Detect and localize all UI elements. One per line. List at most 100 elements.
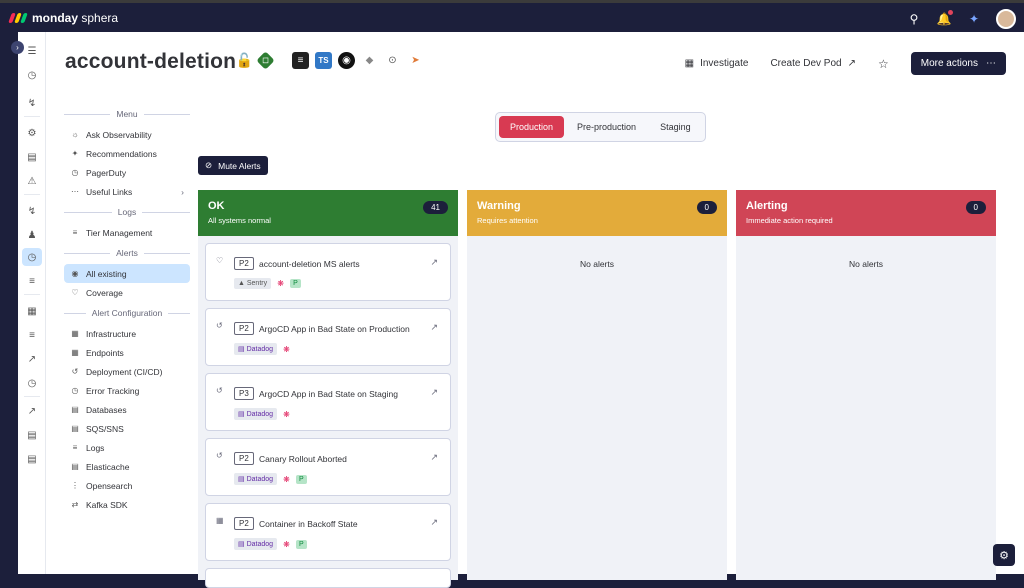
warning-column: Warning Requires attention 0 No alerts bbox=[467, 190, 727, 580]
external-link-icon[interactable]: ↗ bbox=[430, 257, 438, 268]
team-icon[interactable]: ♟ bbox=[22, 226, 42, 244]
avatar[interactable] bbox=[996, 9, 1016, 29]
main-panel: account-deletion 🔓 ◇ ≡ TS ◉ ◆ ⊙ ➤ ▦ Inves… bbox=[46, 32, 1024, 588]
section-menu: Menu bbox=[64, 109, 190, 119]
slack-icon: ❋ bbox=[283, 474, 290, 484]
datadog-tag: ▤ Datadog bbox=[234, 408, 278, 420]
ellipsis-icon: ⋯ bbox=[71, 187, 79, 196]
cache-icon: ▤ bbox=[71, 462, 79, 471]
deploy-icon: ↺ bbox=[216, 386, 223, 395]
warning-icon[interactable]: ⚠ bbox=[22, 172, 42, 190]
external-link-icon[interactable]: ↗ bbox=[430, 387, 438, 398]
bolt-icon[interactable]: ↯ bbox=[22, 202, 42, 220]
external-link-icon[interactable]: ↗ bbox=[430, 322, 438, 333]
app-logo[interactable]: monday sphera bbox=[8, 11, 119, 25]
investigate-button[interactable]: ▦ Investigate bbox=[685, 58, 749, 69]
alert-card[interactable]: ↺ P2 ArgoCD App in Bad State on Producti… bbox=[205, 308, 451, 366]
notes-icon[interactable]: ≡ bbox=[292, 52, 309, 69]
chevron-right-icon: › bbox=[181, 186, 184, 197]
sidebar-item-logs[interactable]: ≡ Logs bbox=[64, 438, 190, 457]
sidebar-item-pagerduty[interactable]: ◷ PagerDuty bbox=[64, 163, 190, 182]
sidebar-item-all-existing[interactable]: ◉ All existing bbox=[64, 264, 190, 283]
external-link-icon[interactable]: ↗ bbox=[430, 452, 438, 463]
tab-staging[interactable]: Staging bbox=[649, 116, 702, 138]
typescript-icon[interactable]: TS bbox=[315, 52, 332, 69]
sidebar-item-elasticache[interactable]: ▤ Elasticache bbox=[64, 457, 190, 476]
slack-icon: ❋ bbox=[277, 279, 284, 288]
chart-icon[interactable]: ↗ bbox=[22, 350, 42, 368]
database-icon: ▤ bbox=[71, 405, 79, 414]
brand-product: sphera bbox=[81, 11, 119, 25]
sidebar-item-error-tracking[interactable]: ◷ Error Tracking bbox=[64, 381, 190, 400]
rocket-icon[interactable]: ➤ bbox=[407, 52, 424, 69]
pagerduty-badge: P bbox=[296, 474, 307, 484]
git-icon[interactable]: ◇ bbox=[256, 51, 275, 70]
list-icon[interactable]: ≡ bbox=[22, 272, 42, 290]
wrench-icon: ✦ bbox=[71, 149, 79, 158]
menu-icon[interactable]: ☰ bbox=[22, 42, 42, 60]
sidebar-item-recommendations[interactable]: ✦ Recommendations bbox=[64, 144, 190, 163]
sidebar-item-sqs-sns[interactable]: ▤ SQS/SNS bbox=[64, 419, 190, 438]
alerting-column: Alerting Immediate action required 0 No … bbox=[736, 190, 996, 580]
alert-card[interactable]: ▦ P2 Container in Backoff State ↗ ▤ Data… bbox=[205, 503, 451, 561]
slack-icon: ❋ bbox=[283, 409, 290, 419]
unlock-icon[interactable]: 🔓 bbox=[236, 52, 253, 69]
search-icon[interactable]: ⚲ bbox=[906, 11, 922, 27]
more-actions-button[interactable]: More actions ⋯ bbox=[910, 52, 1006, 75]
alert-card[interactable]: ↺ P2 Canary Rollout Aborted ↗ ▤ Datadog ❋… bbox=[205, 438, 451, 496]
alert-card[interactable] bbox=[205, 568, 451, 588]
priority-badge: P2 bbox=[234, 322, 254, 335]
document-icon[interactable]: ▤ bbox=[22, 148, 42, 166]
graph-icon[interactable]: ⊙ bbox=[384, 52, 401, 69]
clock-icon[interactable]: ◷ bbox=[22, 374, 42, 392]
expand-sidebar-icon[interactable]: › bbox=[11, 41, 24, 54]
document-icon[interactable]: ▤ bbox=[22, 450, 42, 468]
settings-icon[interactable]: ⚙ bbox=[22, 124, 42, 142]
sidebar-item-opensearch[interactable]: ⋮ Opensearch bbox=[64, 476, 190, 495]
priority-badge: P2 bbox=[234, 257, 254, 270]
sidebar-item-deployment[interactable]: ↺ Deployment (CI/CD) bbox=[64, 362, 190, 381]
sidebar-item-tier-management[interactable]: ≡ Tier Management bbox=[64, 223, 190, 242]
sidebar-nav: Menu ☼ Ask Observability ✦ Recommendations… bbox=[64, 107, 190, 514]
layers-icon[interactable]: ◆ bbox=[361, 52, 378, 69]
github-icon[interactable]: ◉ bbox=[338, 52, 355, 69]
sentry-tag: ▲ Sentry bbox=[234, 278, 272, 289]
alert-card[interactable]: ♡ P2 account-deletion MS alerts ↗ ▲ Sent… bbox=[205, 243, 451, 301]
warning-subtitle: Requires attention bbox=[477, 216, 538, 225]
sidebar-item-useful-links[interactable]: ⋯ Useful Links › bbox=[64, 182, 190, 201]
brand-name: monday bbox=[32, 11, 79, 25]
alerting-title: Alerting bbox=[746, 200, 788, 212]
tab-production[interactable]: Production bbox=[499, 116, 565, 138]
tab-pre-production[interactable]: Pre-production bbox=[566, 116, 647, 138]
document-icon[interactable]: ▤ bbox=[22, 426, 42, 444]
alert-card[interactable]: ↺ P3 ArgoCD App in Bad State on Staging … bbox=[205, 373, 451, 431]
sidebar-item-ask-observability[interactable]: ☼ Ask Observability bbox=[64, 125, 190, 144]
notification-dot bbox=[948, 10, 953, 15]
external-link-icon[interactable]: ↗ bbox=[430, 517, 438, 528]
mute-alerts-button[interactable]: ⊘ Mute Alerts bbox=[198, 156, 268, 175]
sidebar-item-coverage[interactable]: ♡ Coverage bbox=[64, 283, 190, 302]
create-dev-pod-button[interactable]: Create Dev Pod ↗ bbox=[770, 58, 856, 69]
alerting-subtitle: Immediate action required bbox=[746, 216, 833, 225]
pagerduty-badge: P bbox=[296, 539, 307, 549]
table-icon[interactable]: ▦ bbox=[22, 302, 42, 320]
datadog-tag: ▤ Datadog bbox=[234, 538, 278, 550]
ai-sparkle-icon[interactable]: ✦ bbox=[966, 11, 982, 27]
infrastructure-icon: ▦ bbox=[71, 329, 79, 338]
lightbulb-icon: ☼ bbox=[71, 130, 79, 139]
alerts-icon[interactable]: ◷ bbox=[22, 248, 42, 266]
bolt-icon[interactable]: ↯ bbox=[22, 94, 42, 112]
star-icon[interactable]: ☆ bbox=[878, 57, 889, 71]
external-link-icon[interactable]: ↗ bbox=[22, 402, 42, 420]
history-icon[interactable]: ◷ bbox=[22, 66, 42, 84]
list-icon[interactable]: ≡ bbox=[22, 326, 42, 344]
pagerduty-badge: P bbox=[290, 279, 301, 288]
sidebar-item-kafka-sdk[interactable]: ⇄ Kafka SDK bbox=[64, 495, 190, 514]
grid-icon: ⋮ bbox=[71, 481, 79, 490]
sidebar-item-databases[interactable]: ▤ Databases bbox=[64, 400, 190, 419]
alerting-empty-text: No alerts bbox=[848, 259, 883, 269]
sidebar-item-infrastructure[interactable]: ▦ Infrastructure bbox=[64, 324, 190, 343]
sidebar-item-endpoints[interactable]: ▦ Endpoints bbox=[64, 343, 190, 362]
settings-gear-icon[interactable]: ⚙ bbox=[993, 544, 1015, 566]
bell-icon[interactable]: 🔔 bbox=[936, 10, 953, 27]
